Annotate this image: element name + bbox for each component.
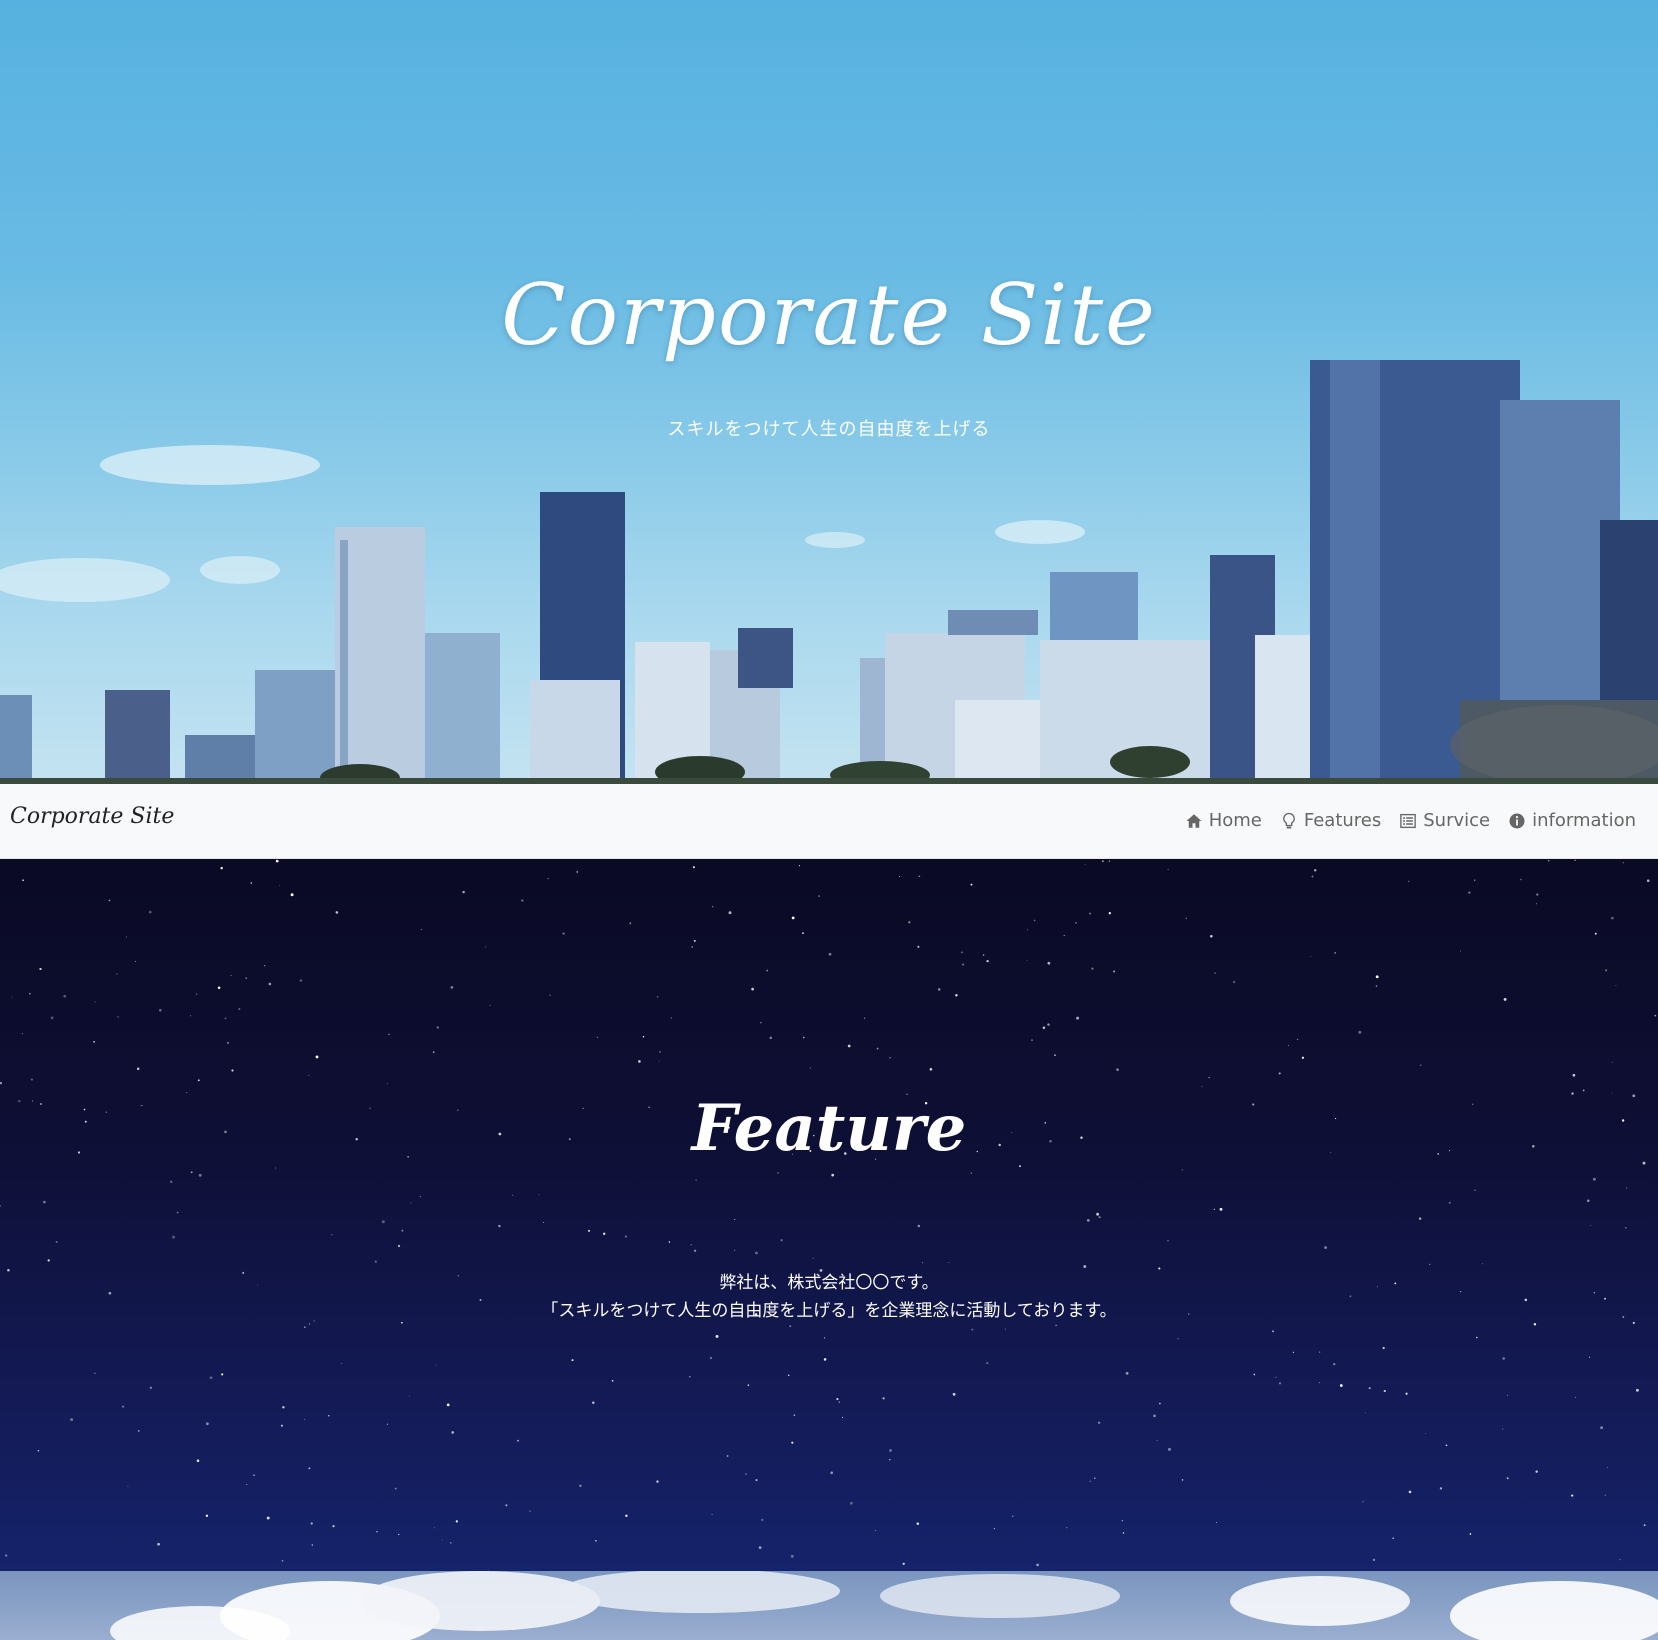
nav-item-survice[interactable]: Survice: [1399, 810, 1490, 831]
feature-section: Feature 弊社は、株式会社〇〇です。 「スキルをつけて人生の自由度を上げる…: [0, 859, 1658, 1571]
nav-item-features[interactable]: Features: [1280, 810, 1381, 831]
hero-subtitle: スキルをつけて人生の自由度を上げる: [667, 419, 991, 440]
feature-text-line-2: 「スキルをつけて人生の自由度を上げる」を企業理念に活動しております。: [541, 1301, 1117, 1321]
nav-item-label: information: [1532, 810, 1636, 831]
feature-text-line-1: 弊社は、株式会社〇〇です。: [719, 1273, 939, 1293]
feature-title: Feature: [691, 1091, 967, 1166]
clouds-image: [110, 1571, 1658, 1640]
next-section-clouds: [0, 1571, 1658, 1640]
starry-sky-image: [0, 859, 1657, 1571]
navbar: Corporate Site Home Features Survice inf…: [0, 784, 1658, 859]
hero-section: Corporate Site スキルをつけて人生の自由度を上げる: [0, 0, 1658, 784]
nav-links: Home Features Survice information: [1185, 810, 1636, 831]
lightbulb-icon: [1282, 812, 1295, 828]
list-icon: [1400, 813, 1417, 828]
feature-description: 弊社は、株式会社〇〇です。 「スキルをつけて人生の自由度を上げる」を企業理念に活…: [0, 1269, 1658, 1325]
nav-item-label: Features: [1303, 810, 1382, 831]
city-skyline-image: [0, 360, 1658, 784]
home-icon: [1186, 813, 1202, 828]
navbar-brand[interactable]: Corporate Site: [10, 804, 174, 829]
nav-item-label: Home: [1208, 810, 1262, 831]
nav-item-information[interactable]: information: [1508, 810, 1636, 831]
nav-item-home[interactable]: Home: [1185, 810, 1262, 831]
hero-title: Corporate Site: [501, 266, 1157, 364]
nav-item-label: Survice: [1423, 810, 1491, 831]
info-icon: [1509, 813, 1525, 828]
